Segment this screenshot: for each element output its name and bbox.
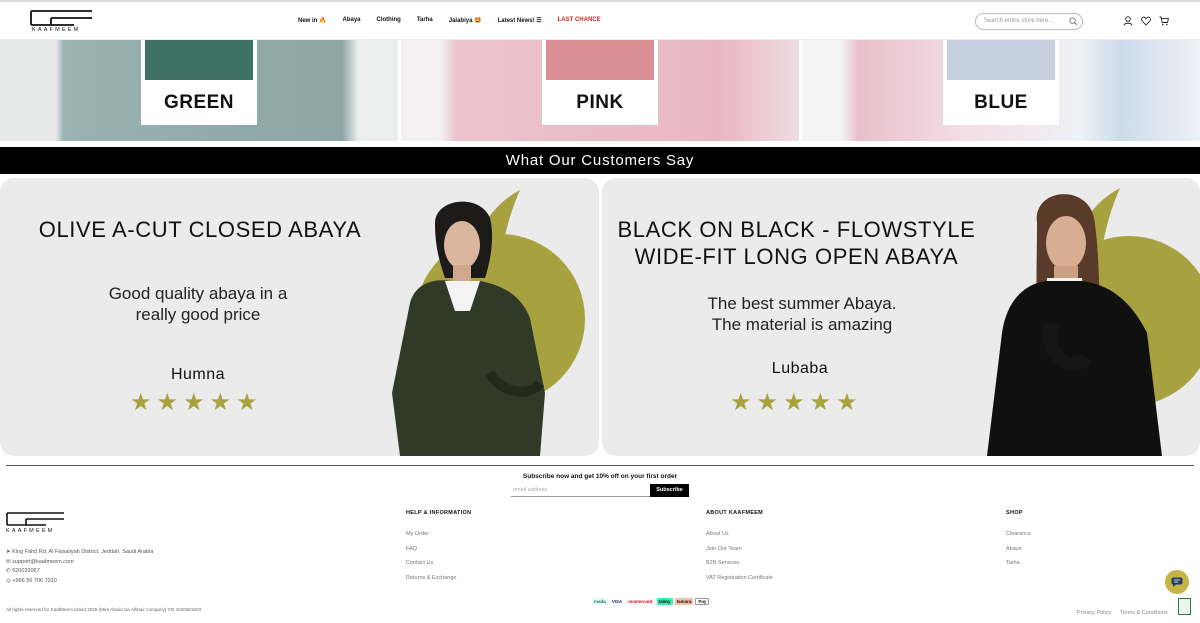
footer-col-title: ABOUT KAAFMEEM bbox=[706, 510, 764, 516]
footer-col-title: SHOP bbox=[1006, 510, 1023, 516]
divider bbox=[6, 465, 1194, 466]
star-icon: ★ bbox=[730, 389, 752, 416]
star-icon: ★ bbox=[130, 389, 152, 416]
subscribe-button[interactable]: Subscribe bbox=[650, 484, 689, 497]
footer-col-title: HELP & INFORMATION bbox=[406, 510, 472, 516]
rating-stars: ★ ★ ★ ★ ★ bbox=[730, 391, 858, 415]
quote-line: The best summer Abaya. bbox=[707, 294, 897, 313]
email-field[interactable]: email address bbox=[511, 485, 650, 497]
nav-jalabiya[interactable]: Jalabiya 🤩 bbox=[449, 17, 482, 24]
color-label: GREEN bbox=[163, 92, 235, 113]
footer-link-faq[interactable]: FAQ bbox=[406, 546, 471, 552]
business-badge-icon[interactable] bbox=[1178, 598, 1191, 615]
payment-methods: mada VISA mastercard tabby tamara Pay bbox=[592, 598, 710, 605]
color-tile-pink[interactable]: PINK bbox=[401, 40, 799, 141]
contact-whatsapp[interactable]: +966 56 706 7010 bbox=[12, 578, 57, 584]
color-swatch bbox=[947, 40, 1055, 80]
footer-col-help: HELP & INFORMATION My Order FAQ Contact … bbox=[406, 510, 471, 589]
footer-wordmark: KAAFMEEM bbox=[6, 528, 55, 534]
terms-link[interactable]: Terms & Conditions bbox=[1120, 610, 1168, 616]
footer-link-clearance[interactable]: Clearance bbox=[1006, 531, 1031, 537]
tabby-logo: tabby bbox=[656, 598, 673, 605]
contact-email[interactable]: support@kaafmeem.com bbox=[12, 559, 74, 565]
mada-logo: mada bbox=[592, 598, 608, 605]
copyright-text: All rights reserved for KaafMeem brand 2… bbox=[6, 607, 202, 612]
star-icon: ★ bbox=[209, 389, 232, 416]
quote-line: Good quality abaya in a bbox=[108, 284, 288, 303]
footer-link-abaya[interactable]: Abaya bbox=[1006, 546, 1031, 552]
email-placeholder: email address bbox=[513, 487, 548, 493]
search-input[interactable]: Search entire store here... bbox=[975, 13, 1083, 30]
user-icon[interactable] bbox=[1123, 16, 1133, 26]
color-swatch bbox=[546, 40, 654, 80]
nav-latest-news[interactable]: Latest News! ☰ bbox=[498, 17, 542, 24]
main-nav: New in 🔥 Abaya Clothing Tarha Jalabiya 🤩… bbox=[298, 17, 601, 24]
footer-col-about: ABOUT KAAFMEEM About Us Join Our Team B2… bbox=[706, 510, 773, 589]
quote-line: The material is amazing bbox=[711, 315, 893, 334]
nav-new-in[interactable]: New in 🔥 bbox=[298, 17, 326, 24]
tamara-logo: tamara bbox=[674, 598, 694, 605]
contact-phone[interactable]: 920033067 bbox=[12, 568, 40, 574]
cart-icon[interactable] bbox=[1159, 16, 1169, 26]
nav-clothing[interactable]: Clothing bbox=[377, 17, 401, 24]
product-title: OLIVE A-CUT CLOSED ABAYA bbox=[38, 217, 362, 242]
star-icon: ★ bbox=[836, 389, 858, 416]
rating-stars: ★ ★ ★ ★ ★ bbox=[130, 391, 258, 415]
color-label: PINK bbox=[576, 92, 624, 113]
search-placeholder: Search entire store here... bbox=[984, 18, 1054, 24]
star-icon: ★ bbox=[183, 389, 205, 416]
mastercard-logo: mastercard bbox=[628, 599, 653, 604]
author-name: Lubaba bbox=[771, 360, 829, 377]
color-tile-green[interactable]: GREEN bbox=[0, 40, 398, 141]
subscribe-title: Subscribe now and get 10% off on your fi… bbox=[522, 473, 678, 480]
quote-line: really good price bbox=[135, 305, 261, 324]
footer-link-join-team[interactable]: Join Our Team bbox=[706, 546, 773, 552]
site-header: KAAFMEEM New in 🔥 Abaya Clothing Tarha J… bbox=[0, 0, 1200, 40]
star-icon: ★ bbox=[756, 389, 779, 416]
star-icon: ★ bbox=[156, 389, 179, 416]
apple-pay-logo: Pay bbox=[695, 598, 710, 605]
footer-col-shop: SHOP Clearance Abaya Tarha bbox=[1006, 510, 1031, 575]
footer-link-my-order[interactable]: My Order bbox=[406, 531, 471, 537]
color-tiles: GREEN PINK BLUE bbox=[0, 40, 1200, 141]
star-icon: ★ bbox=[236, 389, 258, 416]
footer-link-about-us[interactable]: About Us bbox=[706, 531, 773, 537]
contact-info: ➤ King Fahd Rd, Al Faisaliyah District, … bbox=[6, 548, 153, 586]
quote-text: The best summer Abaya. The material is a… bbox=[692, 293, 912, 335]
footer-link-vat[interactable]: VAT Registration Certificate bbox=[706, 575, 773, 581]
privacy-policy-link[interactable]: Privacy Policy bbox=[1077, 610, 1111, 616]
nav-last-chance[interactable]: LAST CHANCE bbox=[558, 17, 601, 24]
quote-text: Good quality abaya in a really good pric… bbox=[70, 283, 326, 325]
color-card: BLUE bbox=[943, 40, 1059, 125]
brand-wordmark: KAAFMEEM bbox=[32, 27, 81, 33]
star-icon: ★ bbox=[783, 389, 805, 416]
nav-tarha[interactable]: Tarha bbox=[417, 17, 433, 24]
footer-link-returns[interactable]: Returns & Exchange bbox=[406, 575, 471, 581]
footer-link-tarha[interactable]: Tarha bbox=[1006, 560, 1031, 566]
testimonial-card[interactable]: BLACK ON BLACK - FLOWSTYLE WIDE-FIT LONG… bbox=[602, 178, 1200, 456]
chat-icon bbox=[1171, 577, 1183, 587]
color-label: BLUE bbox=[974, 92, 1028, 113]
color-card: PINK bbox=[542, 40, 658, 125]
author-name: Humna bbox=[170, 366, 226, 383]
model-photo bbox=[392, 201, 545, 456]
search-icon[interactable] bbox=[1069, 17, 1078, 26]
testimonial-card[interactable]: OLIVE A-CUT CLOSED ABAYA Good quality ab… bbox=[0, 178, 599, 456]
color-tile-blue[interactable]: BLUE bbox=[802, 40, 1200, 141]
footer-link-contact[interactable]: Contact Us bbox=[406, 560, 471, 566]
visa-logo: VISA bbox=[611, 599, 623, 604]
color-swatch bbox=[145, 40, 253, 80]
product-title-line: BLACK ON BLACK - FLOWSTYLE bbox=[617, 217, 976, 242]
testimonials-heading: What Our Customers Say bbox=[0, 147, 1200, 174]
model-photo bbox=[987, 194, 1162, 456]
footer-link-b2b[interactable]: B2B Services bbox=[706, 560, 773, 566]
chat-button[interactable] bbox=[1165, 570, 1189, 594]
contact-address: King Fahd Rd, Al Faisaliyah District, Je… bbox=[12, 549, 154, 555]
nav-abaya[interactable]: Abaya bbox=[342, 17, 360, 24]
product-title: BLACK ON BLACK - FLOWSTYLE WIDE-FIT LONG… bbox=[614, 216, 979, 270]
star-icon: ★ bbox=[809, 389, 832, 416]
color-card: GREEN bbox=[141, 40, 257, 125]
heart-icon[interactable] bbox=[1141, 16, 1151, 26]
product-title-line: WIDE-FIT LONG OPEN ABAYA bbox=[634, 244, 959, 269]
